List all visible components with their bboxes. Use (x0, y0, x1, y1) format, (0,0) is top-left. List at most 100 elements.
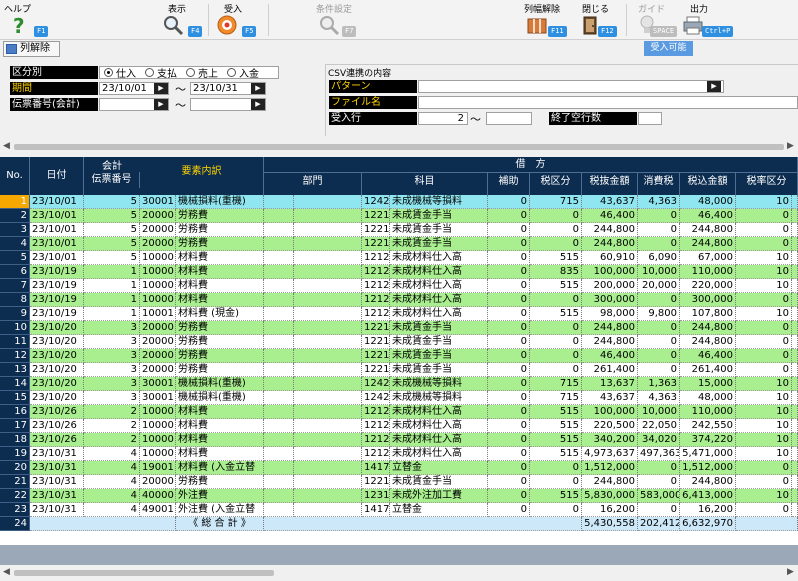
cell-account-code[interactable]: 1231 (362, 489, 390, 503)
header-amount-incl[interactable]: 税込金額 (680, 173, 736, 195)
cell-element-code[interactable]: 20000 (140, 349, 176, 363)
cell-overflow[interactable] (792, 251, 798, 265)
cell-tax-rate[interactable]: 0 (736, 349, 792, 363)
cell-tax-class[interactable]: 515 (530, 405, 582, 419)
table-row[interactable]: 12 23/10/20 3 20000 労務費 1221 未成賃金手当 0 0 46,400 0 46… (0, 349, 798, 363)
cell-sub-account[interactable]: 0 (488, 237, 530, 251)
cell-account-code[interactable]: 1242 (362, 195, 390, 209)
grid-scroll-thumb[interactable] (14, 570, 274, 576)
cell-dept-name[interactable] (294, 265, 362, 279)
cell-sub-account[interactable]: 0 (488, 209, 530, 223)
cell-tax-rate[interactable]: 10 (736, 447, 792, 461)
cell-overflow[interactable] (792, 391, 798, 405)
cell-date[interactable]: 23/10/01 (30, 195, 84, 209)
cell-sub-account[interactable]: 0 (488, 321, 530, 335)
cell-date[interactable]: 23/10/19 (30, 307, 84, 321)
cell-tax[interactable]: 0 (638, 461, 680, 475)
cell-amount-incl[interactable]: 5,471,000 (680, 447, 736, 461)
cell-slip[interactable]: 5 (84, 251, 140, 265)
cell-account-name[interactable]: 未成賃金手当 (390, 223, 488, 237)
cell-account-name[interactable]: 未成賃金手当 (390, 349, 488, 363)
cell-element-code[interactable]: 30001 (140, 391, 176, 405)
cell-tax[interactable]: 0 (638, 223, 680, 237)
header-no[interactable]: No. (0, 157, 30, 195)
cell-amount-incl[interactable]: 67,000 (680, 251, 736, 265)
cell-sub-account[interactable]: 0 (488, 265, 530, 279)
cell-date[interactable]: 23/10/19 (30, 293, 84, 307)
cell-tax[interactable]: 497,363 (638, 447, 680, 461)
row-number[interactable]: 10 (0, 321, 30, 335)
cell-amount-excl[interactable]: 60,910 (582, 251, 638, 265)
cell-tax[interactable]: 0 (638, 335, 680, 349)
cell-dept-name[interactable] (294, 405, 362, 419)
row-number[interactable]: 19 (0, 447, 30, 461)
cell-amount-incl[interactable]: 48,000 (680, 391, 736, 405)
cell-amount-incl[interactable]: 15,000 (680, 377, 736, 391)
cell-account-code[interactable]: 1212 (362, 447, 390, 461)
cell-dept-name[interactable] (294, 363, 362, 377)
cell-account-name[interactable]: 未成材料仕入高 (390, 433, 488, 447)
cell-overflow[interactable] (792, 237, 798, 251)
period-to-picker-icon[interactable]: ▶ (251, 83, 265, 94)
cell-amount-incl[interactable]: 220,000 (680, 279, 736, 293)
radio-receipt[interactable]: 入金 (227, 65, 259, 80)
help-button[interactable]: ヘルプ ? F1 (4, 0, 54, 40)
cell-overflow[interactable] (792, 293, 798, 307)
pattern-picker-icon[interactable]: ▶ (707, 81, 721, 92)
cell-amount-incl[interactable]: 46,400 (680, 349, 736, 363)
header-date[interactable]: 日付 (30, 157, 84, 195)
table-row[interactable]: 20 23/10/31 4 19001 材料費 (入金立替 1417 立替金 0 0 1,512,… (0, 461, 798, 475)
close-button[interactable]: 閉じる F12 (578, 0, 628, 40)
cell-slip[interactable]: 4 (84, 489, 140, 503)
cell-account-name[interactable]: 未成材料仕入高 (390, 279, 488, 293)
cell-tax[interactable]: 0 (638, 503, 680, 517)
unlock-button[interactable]: 列解除 (3, 41, 60, 57)
cell-account-code[interactable]: 1221 (362, 321, 390, 335)
table-row[interactable]: 11 23/10/20 3 20000 労務費 1221 未成賃金手当 0 0 244,800 0 2… (0, 335, 798, 349)
cell-amount-incl[interactable]: 244,800 (680, 475, 736, 489)
cell-amount-incl[interactable]: 6,413,000 (680, 489, 736, 503)
table-row[interactable]: 8 23/10/19 1 10000 材料費 1212 未成材料仕入高 0 0 300,000 0 3… (0, 293, 798, 307)
cell-tax-rate[interactable]: 10 (736, 195, 792, 209)
header-amount-excl[interactable]: 税抜金額 (582, 173, 638, 195)
cell-tax-rate[interactable]: 10 (736, 489, 792, 503)
cell-element-name[interactable]: 機械損料(重機) (176, 377, 264, 391)
cell-element-code[interactable]: 10000 (140, 279, 176, 293)
cell-amount-excl[interactable]: 244,800 (582, 237, 638, 251)
cell-tax[interactable]: 34,020 (638, 433, 680, 447)
cell-tax-class[interactable]: 0 (530, 475, 582, 489)
cell-dept-name[interactable] (294, 419, 362, 433)
cell-date[interactable]: 23/10/31 (30, 461, 84, 475)
cell-account-code[interactable]: 1221 (362, 223, 390, 237)
cell-account-name[interactable]: 未成材料仕入高 (390, 265, 488, 279)
cell-sub-account[interactable]: 0 (488, 363, 530, 377)
cell-element-code[interactable]: 10001 (140, 307, 176, 321)
cell-dept-code[interactable] (264, 391, 294, 405)
row-number[interactable]: 12 (0, 349, 30, 363)
table-row[interactable]: 5 23/10/01 5 10000 材料費 1212 未成材料仕入高 0 515 60,910 6… (0, 251, 798, 265)
cell-element-code[interactable]: 20000 (140, 223, 176, 237)
row-number[interactable]: 16 (0, 405, 30, 419)
row-number[interactable]: 23 (0, 503, 30, 517)
header-summary[interactable]: 要素内訳 (140, 157, 264, 195)
condition-button[interactable]: 条件設定 F7 (316, 0, 368, 40)
cell-dept-name[interactable] (294, 489, 362, 503)
cell-slip[interactable]: 5 (84, 223, 140, 237)
cell-tax-rate[interactable]: 10 (736, 251, 792, 265)
cell-account-name[interactable]: 未成材料仕入高 (390, 293, 488, 307)
cell-element-name[interactable]: 労務費 (176, 475, 264, 489)
cell-tax-rate[interactable]: 0 (736, 293, 792, 307)
cell-slip[interactable]: 2 (84, 433, 140, 447)
cell-slip[interactable]: 4 (84, 447, 140, 461)
accept-row-to-input[interactable] (486, 112, 532, 125)
cell-account-code[interactable]: 1221 (362, 209, 390, 223)
cell-tax-rate[interactable]: 0 (736, 363, 792, 377)
cell-tax[interactable]: 20,000 (638, 279, 680, 293)
cell-element-name[interactable]: 材料費 (176, 433, 264, 447)
cell-tax-class[interactable]: 515 (530, 489, 582, 503)
cell-account-code[interactable]: 1212 (362, 251, 390, 265)
cell-tax-rate[interactable]: 10 (736, 391, 792, 405)
cell-date[interactable]: 23/10/01 (30, 237, 84, 251)
cell-tax-rate[interactable]: 10 (736, 419, 792, 433)
cell-slip[interactable]: 1 (84, 293, 140, 307)
